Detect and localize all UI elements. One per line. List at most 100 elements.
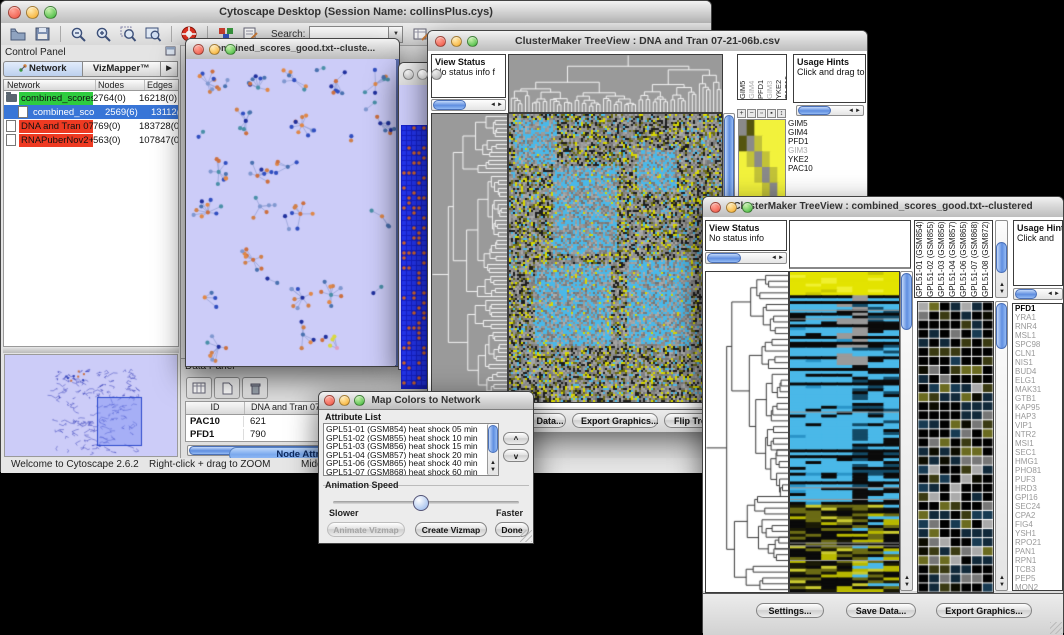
close-button[interactable] xyxy=(403,69,414,80)
gene-label[interactable]: PFD1 xyxy=(1015,304,1062,313)
column-label[interactable]: PAC10 xyxy=(783,55,787,99)
minimize-button[interactable] xyxy=(26,6,39,19)
column-label[interactable]: GPL51-08 (GSM872) xyxy=(981,221,992,297)
save-data-button[interactable]: Save Data... xyxy=(846,603,916,618)
gene-label[interactable]: HRD3 xyxy=(1015,484,1062,493)
gene-label[interactable]: YSH1 xyxy=(1015,529,1062,538)
attribute-list-vscrollbar[interactable]: ▲ ▼ xyxy=(487,424,498,475)
zoom-button[interactable] xyxy=(431,69,442,80)
minimize-button[interactable] xyxy=(339,395,350,406)
gene-label[interactable]: PAN1 xyxy=(1015,547,1062,556)
scrollbar-thumb[interactable] xyxy=(433,100,466,110)
gene-label[interactable]: MSI1 xyxy=(1015,439,1062,448)
delete-attribute-icon[interactable] xyxy=(242,377,268,399)
column-dendrogram-area[interactable] xyxy=(789,220,911,269)
title-bar[interactable]: Map Colors to Network xyxy=(319,392,533,410)
scroll-right-icon[interactable]: ► xyxy=(497,102,503,109)
column-label[interactable]: GIM3 xyxy=(765,55,774,99)
gene-label[interactable]: VIP1 xyxy=(1015,421,1062,430)
gene-label[interactable]: SPC98 xyxy=(1015,340,1062,349)
new-attribute-icon[interactable] xyxy=(214,377,240,399)
gene-label[interactable]: TCB3 xyxy=(1015,565,1062,574)
network-tree-row[interactable]: RNAPuberNov2+563(0)107847(0) xyxy=(4,133,178,147)
gene-label[interactable]: PEP5 xyxy=(1015,574,1062,583)
close-button[interactable] xyxy=(193,44,204,55)
attribute-item[interactable]: GPL51-01 (GSM854) heat shock 05 min xyxy=(326,425,485,434)
resize-grip[interactable] xyxy=(520,530,532,542)
gene-label[interactable]: GIM3 xyxy=(788,146,824,155)
minimize-button[interactable] xyxy=(726,202,737,213)
minimize-button[interactable] xyxy=(417,69,428,80)
scrollbar-thumb[interactable] xyxy=(901,273,912,330)
network-tree-row[interactable]: combined_scores2764(0)16218(0) xyxy=(4,91,178,105)
gene-label[interactable]: NIS1 xyxy=(1015,358,1062,367)
close-button[interactable] xyxy=(710,202,721,213)
zoom-fit-icon[interactable] xyxy=(144,25,163,43)
heatmap-global[interactable] xyxy=(789,271,900,593)
birdseye-view[interactable] xyxy=(4,354,178,457)
scroll-up-icon[interactable]: ▲ xyxy=(490,460,496,467)
attribute-item[interactable]: GPL51-04 (GSM857) heat shock 20 min xyxy=(326,451,485,460)
column-dendrogram[interactable] xyxy=(508,54,723,113)
gene-label[interactable]: KAP95 xyxy=(1015,403,1062,412)
heatmap-global[interactable] xyxy=(508,113,723,403)
gene-label[interactable]: GTB1 xyxy=(1015,394,1062,403)
attribute-item[interactable]: GPL51-07 (GSM868) heat shock 60 min xyxy=(326,468,485,476)
tab-network[interactable]: Network xyxy=(3,61,83,77)
scroll-left-icon[interactable]: ◄ xyxy=(490,102,496,109)
gene-label[interactable]: YKE2 xyxy=(788,155,824,164)
gene-label[interactable]: PAC10 xyxy=(788,164,824,173)
save-session-icon[interactable] xyxy=(33,25,52,43)
scrollbar-thumb[interactable] xyxy=(996,242,1007,272)
network-graph-canvas[interactable] xyxy=(187,60,396,365)
mini-tool-icon[interactable]: ↕ xyxy=(777,109,786,118)
close-button[interactable] xyxy=(8,6,21,19)
scroll-up-icon[interactable]: ▲ xyxy=(904,575,910,582)
gene-label[interactable]: FIG4 xyxy=(1015,520,1062,529)
scroll-down-icon[interactable]: ▼ xyxy=(999,289,1005,296)
gene-label[interactable]: ELG1 xyxy=(1015,376,1062,385)
gene-label[interactable]: SEC24 xyxy=(1015,502,1062,511)
title-bar[interactable]: combined_scores_good.txt--cluste... xyxy=(186,39,399,60)
zoom-vscrollbar[interactable]: ▲ ▼ xyxy=(995,301,1008,591)
gene-label[interactable]: GIM5 xyxy=(788,119,824,128)
select-attributes-icon[interactable] xyxy=(186,377,212,399)
scroll-up-icon[interactable]: ▲ xyxy=(999,575,1005,582)
gene-label[interactable]: PHO81 xyxy=(1015,466,1062,475)
gene-label[interactable]: CPA2 xyxy=(1015,511,1062,520)
scroll-right-icon[interactable]: ► xyxy=(855,108,861,115)
column-label[interactable]: GIM5 xyxy=(738,55,747,99)
gene-label[interactable]: NTR2 xyxy=(1015,430,1062,439)
scrollbar-thumb[interactable] xyxy=(707,253,741,263)
column-label[interactable]: GPL51-07 (GSM868) xyxy=(970,221,981,297)
network-tree-row[interactable]: DNA and Tran 07769(0)183728(0) xyxy=(4,119,178,133)
gene-label[interactable]: MSL1 xyxy=(1015,331,1062,340)
scroll-down-icon[interactable]: ▼ xyxy=(999,582,1005,589)
scroll-left-icon[interactable]: ◄ xyxy=(848,108,854,115)
column-header[interactable]: Edges xyxy=(145,80,178,90)
close-button[interactable] xyxy=(324,395,335,406)
gene-label[interactable]: HMG1 xyxy=(1015,457,1062,466)
zoom-button[interactable] xyxy=(467,36,478,47)
column-label[interactable]: YKE2 xyxy=(774,55,783,99)
gene-label[interactable]: RNR4 xyxy=(1015,322,1062,331)
column-header[interactable]: Network xyxy=(4,80,96,90)
scrollbar-thumb[interactable] xyxy=(488,425,498,453)
tab-overflow-arrow[interactable]: ▶ xyxy=(161,61,178,77)
scrollbar-thumb[interactable] xyxy=(996,303,1007,349)
scrollbar-thumb[interactable] xyxy=(1015,289,1037,299)
gene-label[interactable]: PFD1 xyxy=(788,137,824,146)
gene-label[interactable]: YRA1 xyxy=(1015,313,1062,322)
network-tree-row[interactable]: combined_sco2569(6)13112(15) xyxy=(4,105,178,119)
export-graphics-button[interactable]: Export Graphics... xyxy=(572,413,658,428)
gene-label[interactable]: PUF3 xyxy=(1015,475,1062,484)
column-label[interactable]: GIM4 xyxy=(747,55,756,99)
column-header[interactable]: Nodes xyxy=(96,80,145,90)
attribute-item[interactable]: GPL51-06 (GSM865) heat shock 40 min xyxy=(326,459,485,468)
zoom-selected-icon[interactable] xyxy=(119,25,138,43)
scroll-right-icon[interactable]: ► xyxy=(778,255,784,262)
export-graphics-button[interactable]: Export Graphics... xyxy=(936,603,1032,618)
scroll-left-icon[interactable]: ◄ xyxy=(1047,291,1053,298)
column-label[interactable]: GPL51-03 (GSM856) xyxy=(937,221,948,297)
scroll-down-icon[interactable]: ▼ xyxy=(490,467,496,474)
